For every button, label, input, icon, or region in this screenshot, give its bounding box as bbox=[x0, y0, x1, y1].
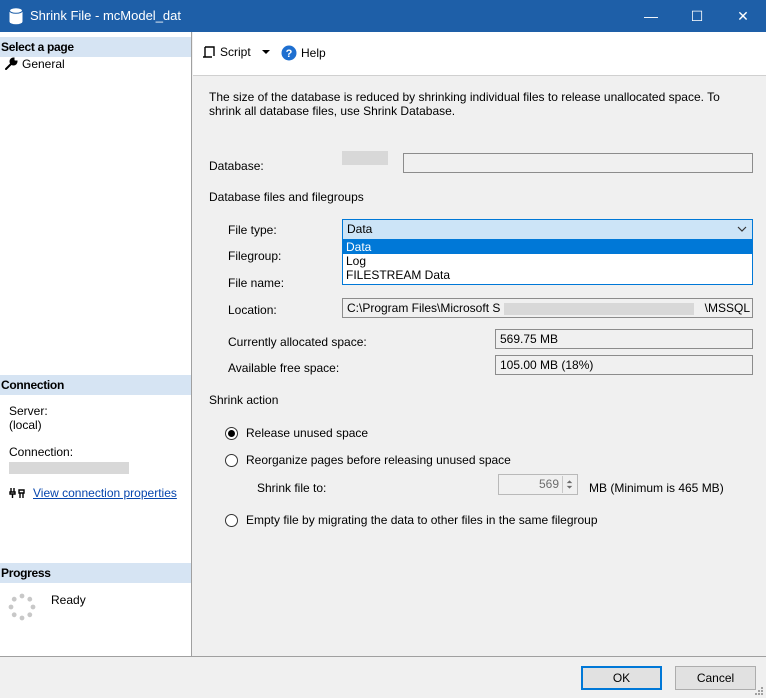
allocated-label: Currently allocated space: bbox=[228, 335, 367, 349]
script-button[interactable]: Script bbox=[202, 45, 271, 59]
location-prefix: C:\Program Files\Microsoft S bbox=[347, 301, 501, 315]
allocated-value: 569.75 MB bbox=[495, 329, 753, 349]
radio-empty-file[interactable]: Empty file by migrating the data to othe… bbox=[225, 513, 598, 527]
shrink-to-label: Shrink file to: bbox=[257, 481, 327, 495]
title-bar[interactable]: Shrink File - mcModel_dat — ☐ ✕ bbox=[0, 0, 766, 32]
location-suffix: \MSSQL bbox=[702, 301, 750, 315]
view-connection-link[interactable]: View connection properties bbox=[33, 486, 177, 500]
cancel-button[interactable]: Cancel bbox=[675, 666, 756, 690]
main-panel: Script ? Help The size of the database i… bbox=[193, 32, 766, 656]
database-field[interactable] bbox=[403, 153, 753, 173]
maximize-icon: ☐ bbox=[690, 7, 704, 24]
file-type-option[interactable]: Data bbox=[343, 240, 752, 254]
help-label: Help bbox=[301, 46, 326, 60]
script-icon bbox=[203, 46, 215, 58]
free-space-label: Available free space: bbox=[228, 361, 340, 375]
close-button[interactable]: ✕ bbox=[720, 0, 766, 32]
progress-status: Ready bbox=[51, 593, 86, 607]
filegroup-label: Filegroup: bbox=[228, 249, 282, 263]
server-label: Server: bbox=[9, 404, 48, 418]
sidebar-item-general[interactable]: General bbox=[4, 57, 65, 71]
chevron-down-icon[interactable] bbox=[261, 47, 271, 57]
radio-reorganize[interactable]: Reorganize pages before releasing unused… bbox=[225, 453, 511, 467]
sidebar: Select a page General Connection Server:… bbox=[0, 32, 192, 656]
description-text: The size of the database is reduced by s… bbox=[209, 90, 720, 118]
location-field[interactable]: C:\Program Files\Microsoft S \MSSQL bbox=[342, 298, 753, 318]
radio-button[interactable] bbox=[225, 513, 238, 527]
resize-grip-icon[interactable] bbox=[754, 686, 764, 696]
minimize-icon: — bbox=[644, 8, 658, 24]
file-type-option[interactable]: Log bbox=[343, 254, 752, 268]
help-icon: ? bbox=[281, 45, 297, 61]
file-type-value: Data bbox=[347, 222, 373, 236]
files-group-label: Database files and filegroups bbox=[209, 190, 364, 204]
connection-value-redacted bbox=[9, 460, 129, 474]
shrink-action-label: Shrink action bbox=[209, 393, 279, 407]
ok-button[interactable]: OK bbox=[581, 666, 662, 690]
radio-button[interactable] bbox=[225, 453, 238, 467]
maximize-button[interactable]: ☐ bbox=[674, 0, 720, 32]
shrink-to-value: 569 bbox=[538, 477, 559, 491]
radio-reorganize-label: Reorganize pages before releasing unused… bbox=[246, 453, 511, 467]
script-label: Script bbox=[220, 45, 251, 59]
spinner-arrows-icon[interactable] bbox=[562, 476, 576, 493]
shrink-to-unit: MB (Minimum is 465 MB) bbox=[589, 481, 724, 495]
radio-release-unused[interactable]: Release unused space bbox=[225, 426, 368, 440]
sidebar-item-label: General bbox=[22, 57, 65, 71]
radio-button-checked[interactable] bbox=[225, 426, 238, 440]
toolbar: Script ? Help bbox=[193, 32, 766, 76]
toolbar-divider bbox=[193, 75, 766, 76]
file-type-dropdown-list[interactable]: Data Log FILESTREAM Data bbox=[342, 239, 753, 285]
help-button[interactable]: ? Help bbox=[281, 45, 326, 61]
close-icon: ✕ bbox=[737, 7, 749, 24]
dialog-button-bar: OK Cancel bbox=[0, 656, 766, 698]
location-redacted bbox=[503, 302, 694, 315]
file-type-select[interactable]: Data bbox=[342, 219, 753, 240]
database-icon bbox=[9, 7, 23, 25]
connection-plug-icon bbox=[9, 488, 25, 498]
database-label: Database: bbox=[209, 159, 264, 173]
file-type-label: File type: bbox=[228, 223, 277, 237]
shrink-to-stepper[interactable]: 569 bbox=[498, 474, 578, 495]
file-type-option[interactable]: FILESTREAM Data bbox=[343, 268, 752, 282]
minimize-button[interactable]: — bbox=[628, 0, 674, 32]
chevron-down-icon bbox=[737, 226, 747, 232]
radio-empty-label: Empty file by migrating the data to othe… bbox=[246, 513, 598, 527]
radio-release-label: Release unused space bbox=[246, 426, 369, 440]
free-space-value: 105.00 MB (18%) bbox=[495, 355, 753, 375]
window-title: Shrink File - mcModel_dat bbox=[30, 8, 181, 23]
location-label: Location: bbox=[228, 303, 277, 317]
server-value: (local) bbox=[9, 418, 42, 432]
progress-header: Progress bbox=[0, 563, 191, 583]
connection-header: Connection bbox=[0, 375, 191, 395]
svg-text:?: ? bbox=[286, 48, 293, 60]
select-page-header: Select a page bbox=[0, 37, 191, 57]
file-name-label: File name: bbox=[228, 276, 285, 290]
wrench-icon bbox=[5, 57, 18, 70]
connection-label: Connection: bbox=[9, 445, 74, 459]
view-connection-properties[interactable]: View connection properties bbox=[9, 486, 177, 500]
progress-spinner-icon bbox=[8, 593, 36, 621]
database-name-redacted bbox=[342, 150, 388, 165]
